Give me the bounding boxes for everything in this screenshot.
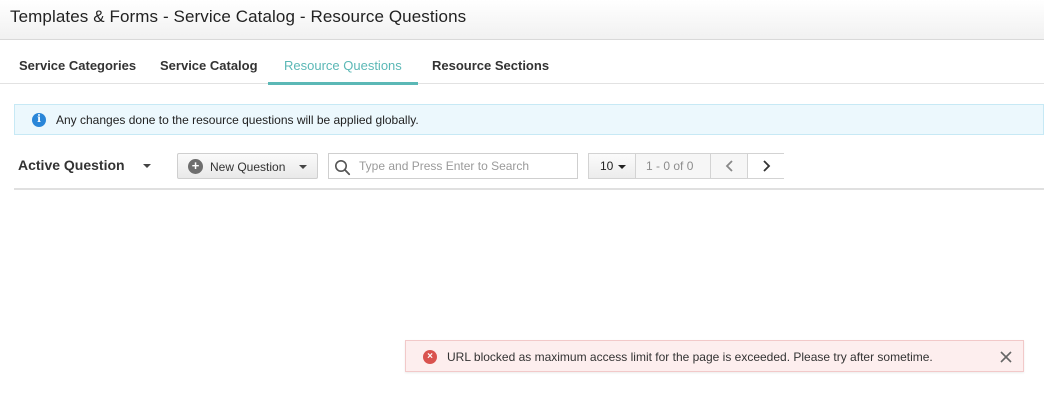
toolbar: Active Question + New Question 10 1 - 0 … [0, 150, 1044, 190]
chevron-down-icon[interactable] [143, 164, 151, 168]
chevron-down-icon [299, 165, 307, 169]
page-range: 1 - 0 of 0 [646, 159, 694, 173]
error-icon: × [423, 350, 437, 364]
content-divider [14, 188, 1044, 190]
new-question-button[interactable]: + New Question [177, 153, 318, 179]
tab-service-catalog[interactable]: Service Catalog [160, 40, 258, 84]
page-size-value: 10 [600, 159, 614, 173]
info-banner: i Any changes done to the resource quest… [14, 104, 1044, 135]
previous-page-button[interactable] [710, 154, 747, 178]
chevron-down-icon [618, 165, 626, 169]
tab-bar: Service Categories Service Catalog Resou… [0, 40, 1044, 85]
page-title: Templates & Forms - Service Catalog - Re… [10, 7, 467, 26]
tab-service-categories[interactable]: Service Categories [19, 40, 136, 84]
toast-message: URL blocked as maximum access limit for … [447, 350, 933, 364]
tab-resource-sections[interactable]: Resource Sections [432, 40, 549, 84]
chevron-right-icon [763, 160, 771, 172]
active-question-filter[interactable]: Active Question [18, 157, 125, 173]
next-page-button[interactable] [747, 154, 784, 178]
plus-circle-icon: + [188, 159, 203, 174]
chevron-left-icon [725, 160, 733, 172]
pagination: 10 1 - 0 of 0 [588, 153, 784, 179]
info-banner-text: Any changes done to the resource questio… [56, 113, 419, 127]
info-icon: i [32, 113, 46, 127]
title-bar: Templates & Forms - Service Catalog - Re… [0, 0, 1044, 40]
close-icon[interactable] [1000, 351, 1012, 363]
tab-resource-questions[interactable]: Resource Questions [268, 40, 418, 85]
active-tab-indicator [268, 82, 418, 85]
search-box [328, 153, 578, 179]
new-question-label: New Question [210, 160, 286, 174]
tab-resource-questions-label: Resource Questions [284, 58, 402, 73]
page-size-select[interactable]: 10 [589, 154, 636, 178]
search-input[interactable] [359, 157, 573, 175]
search-icon [335, 160, 351, 176]
error-toast: × URL blocked as maximum access limit fo… [405, 340, 1024, 372]
